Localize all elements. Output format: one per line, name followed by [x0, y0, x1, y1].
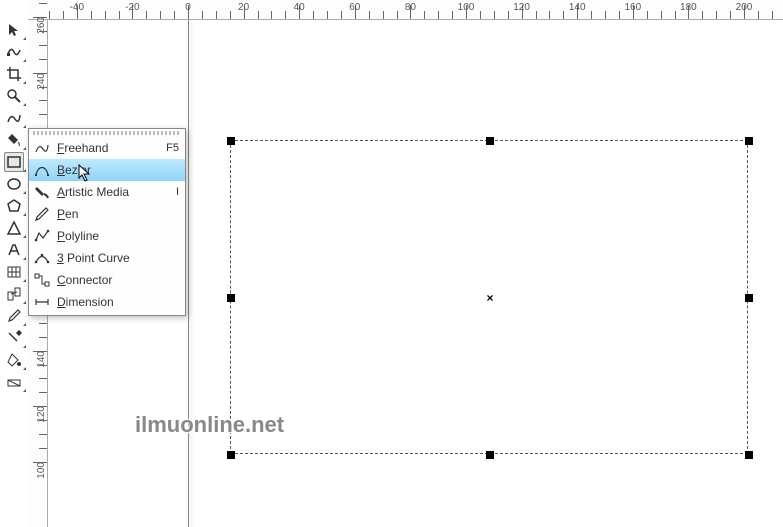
selection-handle-w[interactable] [227, 294, 235, 302]
fill-tool[interactable] [4, 350, 24, 370]
bezier-icon [33, 162, 51, 178]
three-point-curve-icon [33, 250, 51, 266]
ruler-h-label: 180 [680, 2, 697, 13]
ruler-h-label: 0 [185, 2, 191, 13]
curve-tool-flyout: Freehand F5 Bezier Artistic Media I Pen Polyli… [28, 128, 186, 316]
page-edge [188, 20, 189, 527]
ruler-h-label: 160 [624, 2, 641, 13]
selection-handle-n[interactable] [486, 137, 494, 145]
ruler-h-label: 100 [458, 2, 475, 13]
ruler-h-label: 40 [294, 2, 305, 13]
menu-item-label: Connector [57, 273, 179, 287]
selection-handle-se[interactable] [745, 451, 753, 459]
interactive-fill-tool[interactable] [4, 372, 24, 392]
menu-item-shortcut: F5 [166, 142, 179, 154]
pick-tool[interactable] [4, 20, 24, 40]
menu-item-bezier[interactable]: Bezier [29, 159, 185, 181]
selection-handle-ne[interactable] [745, 137, 753, 145]
menu-item-label: Pen [57, 207, 179, 221]
ruler-horizontal: -40 -20 0 20 40 60 80 100 120 140 160 180 200 [28, 0, 783, 20]
flyout-grip[interactable] [33, 131, 181, 135]
freehand-tool[interactable] [4, 108, 24, 128]
polygon-tool[interactable] [4, 196, 24, 216]
selection-rectangle[interactable]: × [230, 140, 748, 454]
pen-icon [33, 206, 51, 222]
ruler-h-label: 140 [569, 2, 586, 13]
menu-item-polyline[interactable]: Polyline [29, 225, 185, 247]
menu-item-shortcut: I [176, 186, 179, 198]
connector-icon [33, 272, 51, 288]
menu-item-freehand[interactable]: Freehand F5 [29, 137, 185, 159]
selection-center[interactable]: × [486, 291, 493, 305]
table-tool[interactable] [4, 262, 24, 282]
toolbox [2, 20, 25, 392]
menu-item-label: Freehand [57, 141, 160, 155]
selection-handle-e[interactable] [745, 294, 753, 302]
ruler-h-label: 20 [238, 2, 249, 13]
basic-shapes-tool[interactable] [4, 218, 24, 238]
menu-item-connector[interactable]: Connector [29, 269, 185, 291]
ruler-v-label: 100 [37, 462, 48, 479]
menu-item-artistic-media[interactable]: Artistic Media I [29, 181, 185, 203]
blend-tool[interactable] [4, 284, 24, 304]
selection-handle-sw[interactable] [227, 451, 235, 459]
ruler-h-label: 200 [736, 2, 753, 13]
menu-item-dimension[interactable]: Dimension [29, 291, 185, 313]
menu-item-label: Dimension [57, 295, 179, 309]
ruler-h-label: -40 [70, 2, 84, 13]
crop-tool[interactable] [4, 64, 24, 84]
menu-item-label: Artistic Media [57, 185, 170, 199]
zoom-tool[interactable] [4, 86, 24, 106]
selection-handle-nw[interactable] [227, 137, 235, 145]
polyline-icon [33, 228, 51, 244]
menu-item-label: Polyline [57, 229, 179, 243]
shape-tool[interactable] [4, 42, 24, 62]
text-tool[interactable] [4, 240, 24, 260]
ellipse-tool[interactable] [4, 174, 24, 194]
eyedropper-tool[interactable] [4, 306, 24, 326]
freehand-icon [33, 140, 51, 156]
rectangle-tool[interactable] [4, 152, 24, 172]
menu-item-pen[interactable]: Pen [29, 203, 185, 225]
menu-item-3-point-curve[interactable]: 3 Point Curve [29, 247, 185, 269]
ruler-h-label: 120 [513, 2, 530, 13]
ruler-h-label: 60 [349, 2, 360, 13]
menu-item-label: Bezier [57, 163, 179, 177]
dimension-icon [33, 294, 51, 310]
ruler-h-label: 80 [405, 2, 416, 13]
outline-tool[interactable] [4, 328, 24, 348]
artistic-media-icon [33, 184, 51, 200]
smart-fill-tool[interactable] [4, 130, 24, 150]
menu-item-label: 3 Point Curve [57, 251, 179, 265]
ruler-h-label: -20 [125, 2, 139, 13]
selection-handle-s[interactable] [486, 451, 494, 459]
